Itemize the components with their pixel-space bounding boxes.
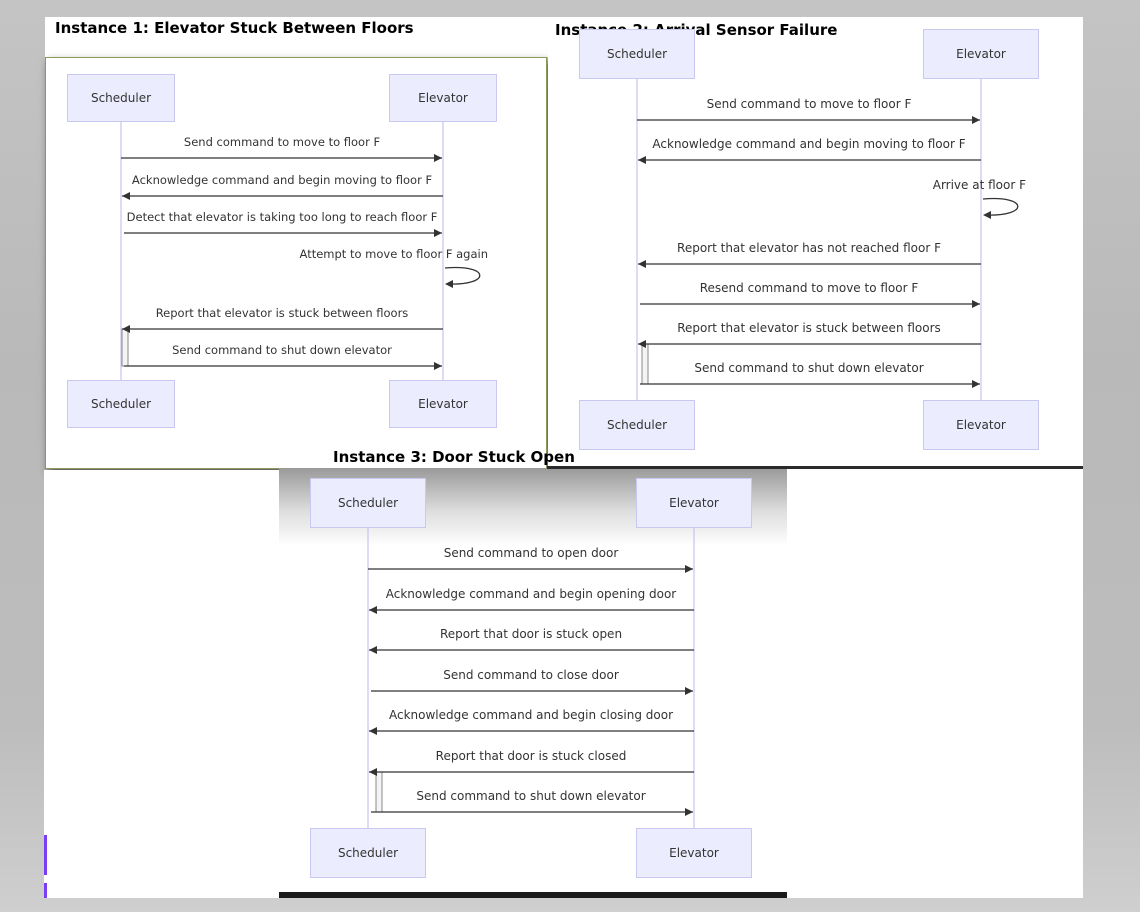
message-label: Detect that elevator is taking too long … bbox=[126, 210, 438, 224]
actor-elevator-top: Elevator bbox=[923, 29, 1039, 79]
arrow-head bbox=[434, 229, 442, 237]
arrow-head bbox=[972, 116, 980, 124]
activation-bar bbox=[121, 328, 129, 367]
arrow-head bbox=[369, 646, 377, 654]
arrow-head bbox=[434, 154, 442, 162]
message-label: Send command to close door bbox=[443, 668, 619, 682]
activation-bar bbox=[641, 343, 649, 385]
message-label: Report that door is stuck open bbox=[439, 627, 623, 641]
message-label: Attempt to move to floor F again bbox=[299, 247, 488, 261]
message-label: Arrive at floor F bbox=[932, 178, 1026, 192]
actor-elevator-bottom: Elevator bbox=[923, 400, 1039, 450]
actor-scheduler-top: Scheduler bbox=[310, 478, 426, 528]
arrow-head bbox=[638, 260, 646, 268]
arrow-head bbox=[434, 362, 442, 370]
actor-elevator-top: Elevator bbox=[389, 74, 497, 122]
actor-elevator-bottom: Elevator bbox=[389, 380, 497, 428]
sequence-diagram-lines bbox=[120, 79, 1019, 828]
message-label: Report that door is stuck closed bbox=[435, 749, 627, 763]
arrow-head bbox=[972, 300, 980, 308]
actor-elevator-bottom: Elevator bbox=[636, 828, 752, 878]
message-label: Send command to open door bbox=[443, 546, 619, 560]
activation-bar bbox=[375, 771, 383, 813]
message-label: Acknowledge command and begin moving to … bbox=[652, 137, 966, 151]
actor-elevator-top: Elevator bbox=[636, 478, 752, 528]
message-label: Resend command to move to floor F bbox=[699, 281, 919, 295]
message-label: Send command to shut down elevator bbox=[416, 789, 646, 803]
actor-scheduler-top: Scheduler bbox=[67, 74, 175, 122]
arrow-head bbox=[685, 565, 693, 573]
arrow-head bbox=[445, 280, 453, 288]
message-label: Report that elevator has not reached flo… bbox=[677, 241, 941, 255]
arrow-head bbox=[369, 768, 377, 776]
actor-scheduler-top: Scheduler bbox=[579, 29, 695, 79]
arrow-head bbox=[638, 156, 646, 164]
actor-scheduler-bottom: Scheduler bbox=[310, 828, 426, 878]
message-label: Acknowledge command and begin closing do… bbox=[388, 708, 674, 722]
arrow-head bbox=[685, 808, 693, 816]
message-label: Report that elevator is stuck between fl… bbox=[155, 306, 409, 320]
actor-scheduler-bottom: Scheduler bbox=[579, 400, 695, 450]
arrow-head bbox=[983, 211, 991, 219]
actor-scheduler-bottom: Scheduler bbox=[67, 380, 175, 428]
message-label: Acknowledge command and begin opening do… bbox=[385, 587, 677, 601]
arrow-head bbox=[369, 606, 377, 614]
message-label: Acknowledge command and begin moving to … bbox=[131, 173, 433, 187]
message-label: Send command to shut down elevator bbox=[172, 343, 392, 357]
arrow-head bbox=[122, 192, 130, 200]
arrow-head bbox=[685, 687, 693, 695]
message-label: Send command to shut down elevator bbox=[694, 361, 924, 375]
message-label: Send command to move to floor F bbox=[183, 135, 381, 149]
arrow-head bbox=[972, 380, 980, 388]
message-label: Send command to move to floor F bbox=[706, 97, 912, 111]
message-label: Report that elevator is stuck between fl… bbox=[677, 321, 941, 335]
arrow-head bbox=[369, 727, 377, 735]
